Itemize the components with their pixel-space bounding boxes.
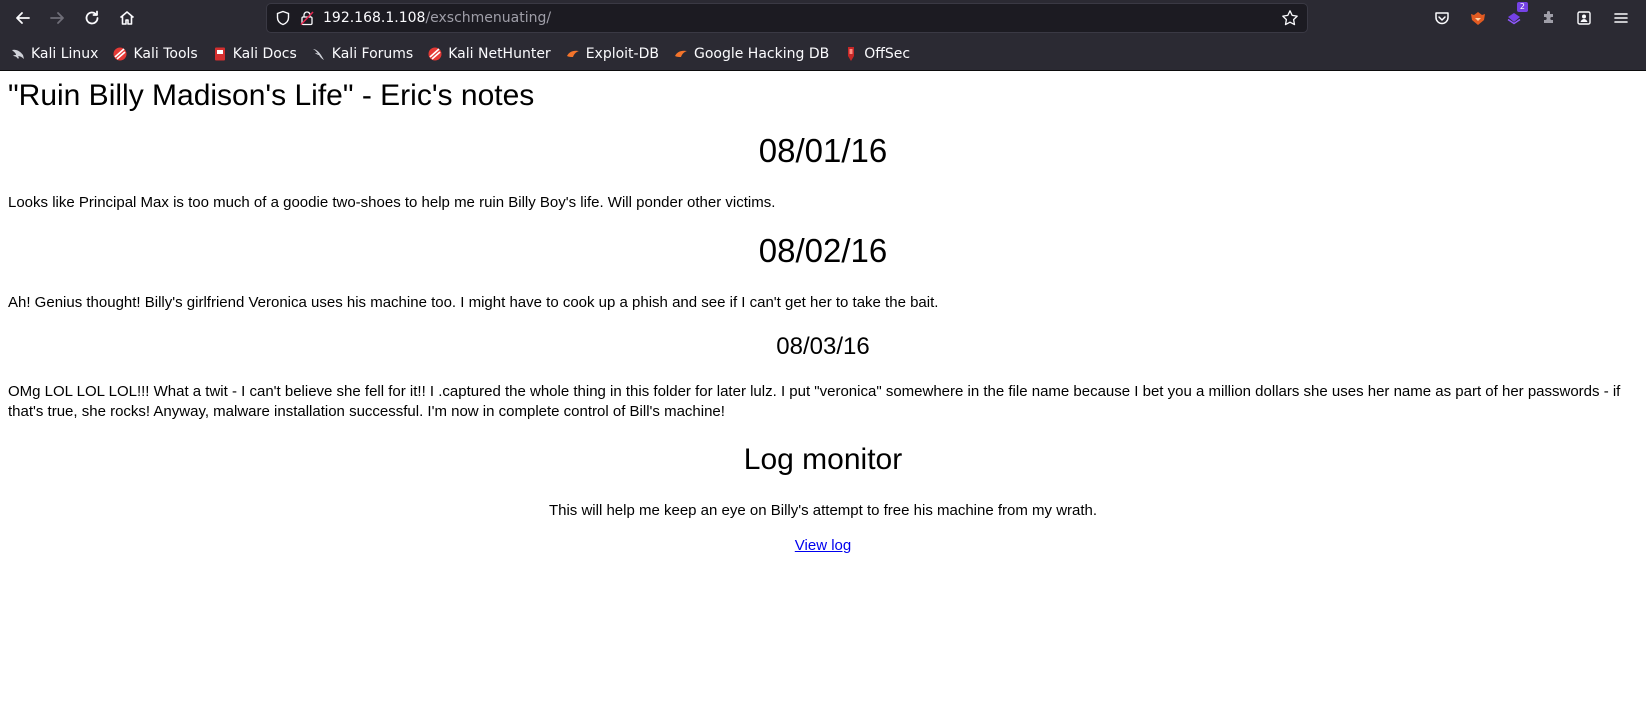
extension-badge-button[interactable]: 2	[1500, 2, 1528, 32]
kali-docs-icon	[212, 46, 228, 62]
kali-tools-icon	[112, 46, 128, 62]
kali-dragon-icon	[10, 46, 26, 62]
entry-text: Looks like Principal Max is too much of …	[8, 194, 776, 211]
bookmark-label: Kali Tools	[133, 46, 198, 62]
forward-button[interactable]	[43, 4, 71, 32]
bookmarks-toolbar: Kali Linux Kali Tools Kali Docs Kali For…	[0, 40, 1646, 68]
app-menu-button[interactable]	[1607, 4, 1635, 32]
pocket-button[interactable]	[1428, 4, 1456, 32]
view-log-link[interactable]: View log	[795, 537, 851, 554]
page-content: "Ruin Billy Madison's Life" - Eric's not…	[0, 71, 1646, 719]
bookmark-label: Kali Linux	[31, 46, 99, 62]
entry-text: OMg LOL LOL LOL!!! What a twit - I can't…	[8, 383, 1621, 420]
navigation-toolbar: 192.168.1.108/exschmenuating/ 2	[0, 0, 1646, 38]
bookmark-label: Google Hacking DB	[693, 46, 830, 62]
back-button[interactable]	[9, 4, 37, 32]
bookmark-kali-nethunter[interactable]: Kali NetHunter	[427, 43, 551, 65]
fox-extension-icon	[1471, 12, 1485, 25]
bookmark-label: Kali Docs	[232, 46, 297, 62]
bookmark-label: Exploit-DB	[585, 46, 659, 62]
url-text[interactable]: 192.168.1.108/exschmenuating/	[323, 10, 551, 26]
page-title: "Ruin Billy Madison's Life" - Eric's not…	[8, 79, 535, 112]
bookmark-label: Kali NetHunter	[448, 46, 551, 62]
offsec-icon	[843, 46, 859, 62]
pocket-icon	[1435, 12, 1449, 25]
url-path: /exschmenuating/	[425, 10, 552, 26]
foxyproxy-button[interactable]	[1464, 4, 1492, 32]
entry-date: 08/02/16	[758, 232, 888, 269]
url-host: 192.168.1.108	[323, 10, 426, 26]
extension-count-badge: 2	[1516, 2, 1528, 12]
bookmark-kali-tools[interactable]: Kali Tools	[112, 43, 198, 65]
view-log-paragraph: View log	[0, 536, 1646, 556]
bookmark-label: OffSec	[864, 46, 911, 62]
bookmark-star-icon[interactable]	[1281, 9, 1299, 27]
bookmark-kali-docs[interactable]: Kali Docs	[212, 43, 297, 65]
extensions-button[interactable]	[1535, 4, 1563, 32]
hamburger-menu-icon	[1614, 13, 1628, 23]
entry-date: 08/01/16	[758, 132, 888, 169]
reload-icon	[85, 10, 99, 25]
bookmark-exploit-db[interactable]: Exploit-DB	[565, 43, 659, 65]
kali-dragon-icon	[311, 46, 327, 62]
bookmark-kali-forums[interactable]: Kali Forums	[311, 43, 413, 65]
exploit-db-icon	[673, 46, 689, 62]
puzzle-piece-icon	[1544, 11, 1553, 23]
bookmark-google-hacking-db[interactable]: Google Hacking DB	[673, 43, 829, 65]
entry-text: Ah! Genius thought! Billy's girlfriend V…	[8, 294, 939, 311]
screenshot-button[interactable]	[1570, 4, 1598, 32]
browser-chrome: 192.168.1.108/exschmenuating/ 2 Kali Lin…	[0, 0, 1646, 71]
kali-nethunter-icon	[427, 46, 443, 62]
back-arrow-icon	[16, 12, 30, 24]
exploit-db-icon	[565, 46, 581, 62]
insecure-lock-icon[interactable]	[299, 10, 315, 26]
bookmark-label: Kali Forums	[331, 46, 414, 62]
log-monitor-heading: Log monitor	[743, 443, 903, 476]
tracking-protection-shield-icon[interactable]	[275, 10, 291, 26]
entry-date: 08/03/16	[776, 333, 870, 360]
home-icon	[119, 11, 135, 25]
bookmark-offsec[interactable]: OffSec	[843, 43, 910, 65]
account-box-icon	[1577, 11, 1591, 25]
forward-arrow-icon	[50, 12, 64, 24]
bookmark-kali-linux[interactable]: Kali Linux	[10, 43, 98, 65]
home-button[interactable]	[113, 4, 141, 32]
address-bar[interactable]: 192.168.1.108/exschmenuating/	[267, 4, 1307, 32]
log-monitor-description: This will help me keep an eye on Billy's…	[548, 502, 1098, 519]
reload-button[interactable]	[78, 4, 106, 32]
